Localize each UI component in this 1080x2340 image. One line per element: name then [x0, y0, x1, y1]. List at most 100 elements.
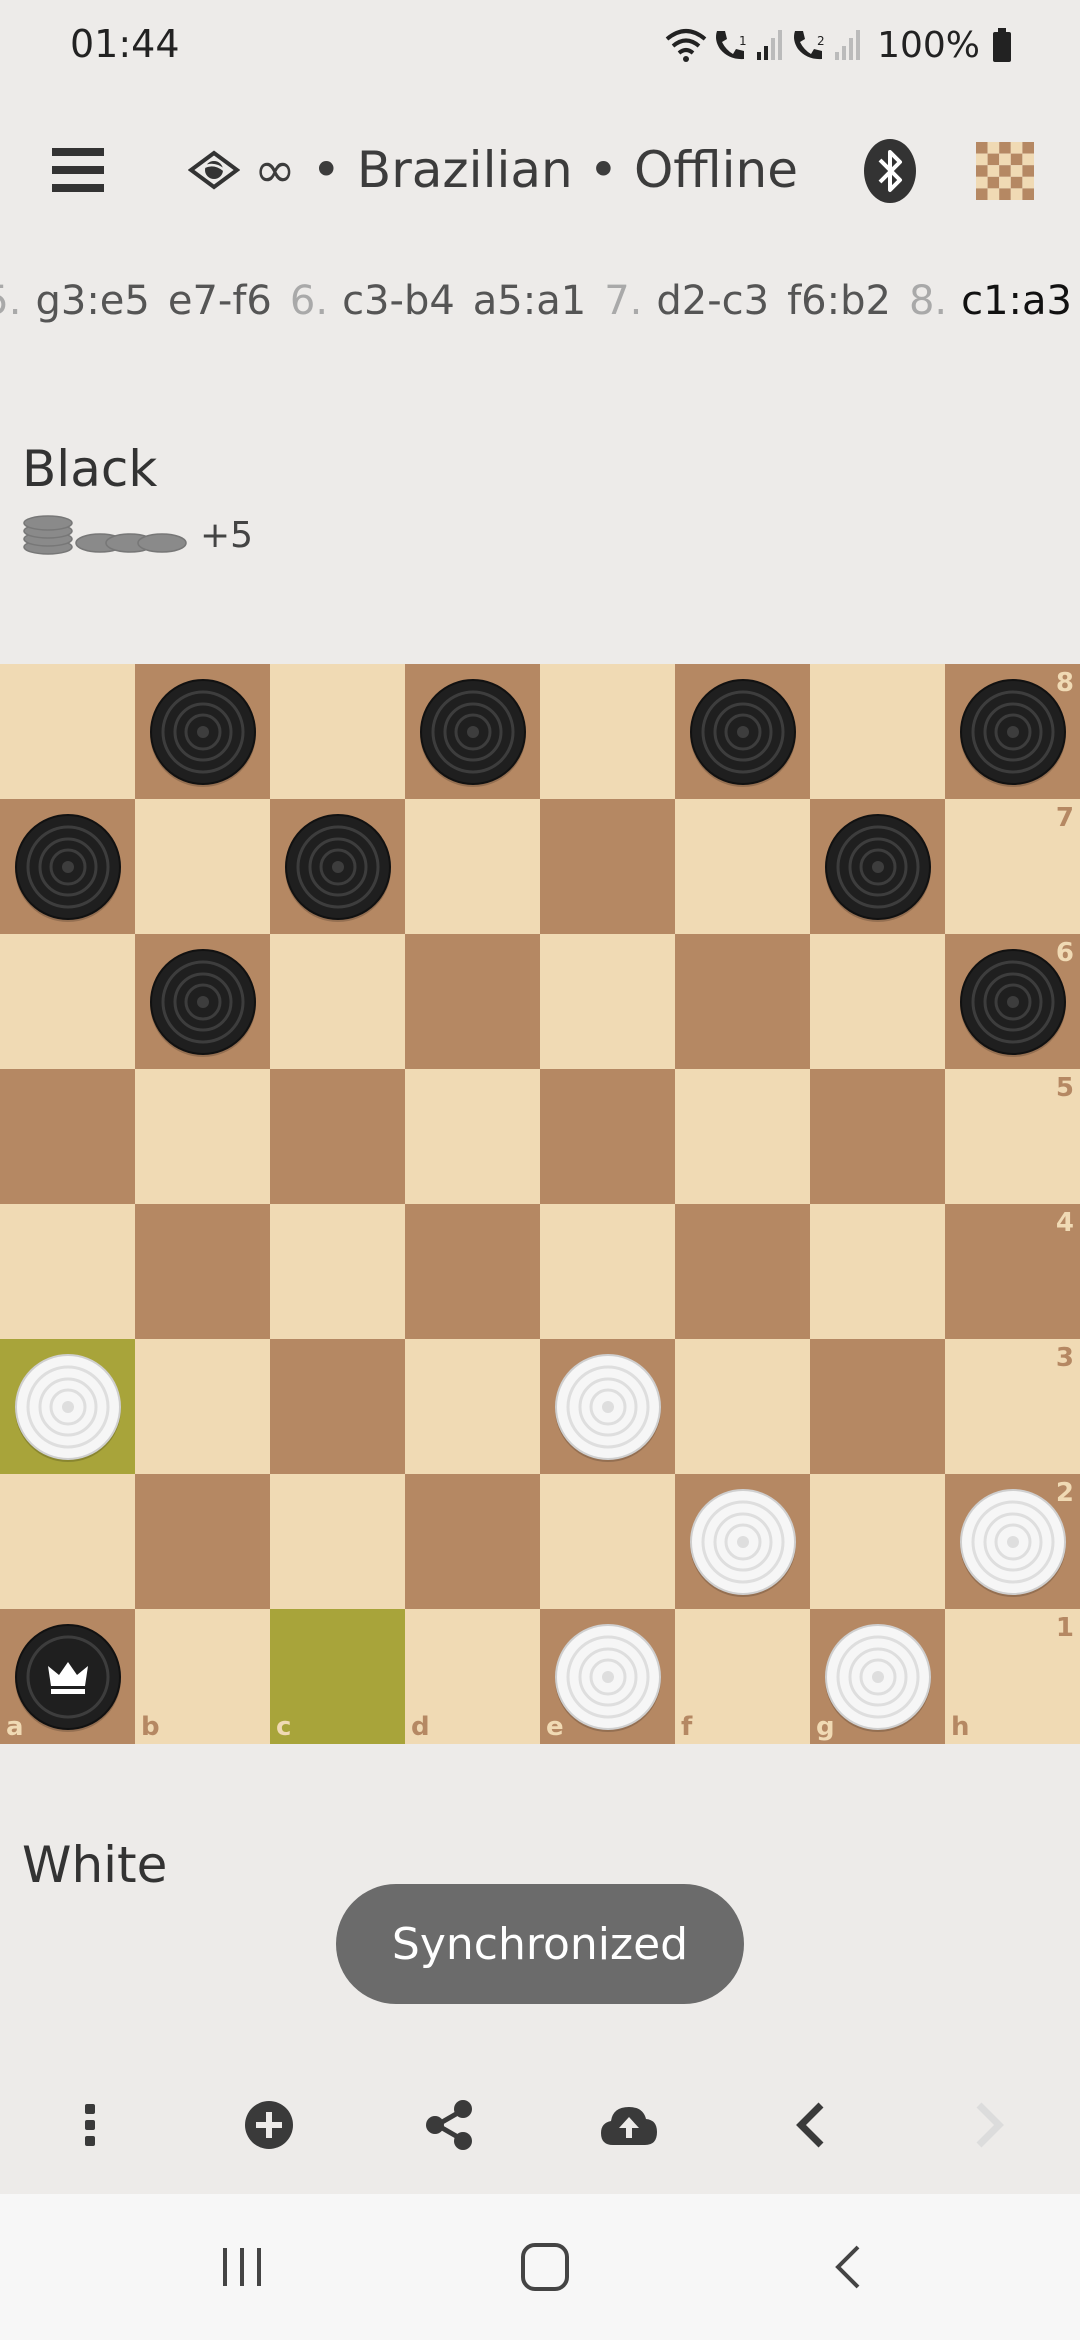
square-d5[interactable] [405, 1069, 540, 1204]
square-a5[interactable] [0, 1069, 135, 1204]
new-game-button[interactable] [234, 2090, 304, 2160]
square-b1[interactable]: b [135, 1609, 270, 1744]
black-man-piece[interactable] [688, 677, 798, 787]
square-e5[interactable] [540, 1069, 675, 1204]
square-c5[interactable] [270, 1069, 405, 1204]
board-theme-button[interactable] [976, 142, 1034, 200]
move-white[interactable]: c3-b4 [342, 278, 455, 324]
back-button[interactable] [808, 2232, 888, 2302]
square-d7[interactable] [405, 799, 540, 934]
square-a1[interactable]: a [0, 1609, 135, 1744]
square-g5[interactable] [810, 1069, 945, 1204]
square-g3[interactable] [810, 1339, 945, 1474]
square-b2[interactable] [135, 1474, 270, 1609]
square-b4[interactable] [135, 1204, 270, 1339]
menu-button[interactable] [48, 142, 110, 198]
square-h2[interactable]: 2 [945, 1474, 1080, 1609]
square-a6[interactable] [0, 934, 135, 1069]
black-man-piece[interactable] [13, 812, 123, 922]
square-a7[interactable] [0, 799, 135, 934]
undo-button[interactable] [776, 2090, 846, 2160]
square-f7[interactable] [675, 799, 810, 934]
black-man-piece[interactable] [418, 677, 528, 787]
square-d3[interactable] [405, 1339, 540, 1474]
square-c7[interactable] [270, 799, 405, 934]
square-e2[interactable] [540, 1474, 675, 1609]
square-a4[interactable] [0, 1204, 135, 1339]
white-man-piece[interactable] [958, 1487, 1068, 1597]
square-b3[interactable] [135, 1339, 270, 1474]
square-f6[interactable] [675, 934, 810, 1069]
more-button[interactable] [55, 2090, 125, 2160]
square-f2[interactable] [675, 1474, 810, 1609]
move-black[interactable]: f6:b2 [787, 278, 891, 324]
square-a2[interactable] [0, 1474, 135, 1609]
square-h7[interactable]: 7 [945, 799, 1080, 934]
cloud-upload-button[interactable] [594, 2090, 664, 2160]
square-c1[interactable]: c [270, 1609, 405, 1744]
bluetooth-button[interactable] [862, 138, 918, 204]
square-g1[interactable]: g [810, 1609, 945, 1744]
game-board[interactable]: 8765432 abcdefg1h [0, 664, 1080, 1744]
square-f3[interactable] [675, 1339, 810, 1474]
square-e8[interactable] [540, 664, 675, 799]
square-e4[interactable] [540, 1204, 675, 1339]
square-g7[interactable] [810, 799, 945, 934]
square-a8[interactable] [0, 664, 135, 799]
square-g4[interactable] [810, 1204, 945, 1339]
redo-button[interactable] [954, 2090, 1024, 2160]
square-b6[interactable] [135, 934, 270, 1069]
square-h8[interactable]: 8 [945, 664, 1080, 799]
square-c3[interactable] [270, 1339, 405, 1474]
square-a3[interactable] [0, 1339, 135, 1474]
square-c8[interactable] [270, 664, 405, 799]
square-f8[interactable] [675, 664, 810, 799]
square-g8[interactable] [810, 664, 945, 799]
black-man-piece[interactable] [283, 812, 393, 922]
square-d2[interactable] [405, 1474, 540, 1609]
square-e3[interactable] [540, 1339, 675, 1474]
square-e1[interactable]: e [540, 1609, 675, 1744]
square-g6[interactable] [810, 934, 945, 1069]
move-black[interactable]: e7-f6 [168, 278, 272, 324]
square-e7[interactable] [540, 799, 675, 934]
square-f5[interactable] [675, 1069, 810, 1204]
move-black[interactable]: a5:a1 [473, 278, 586, 324]
black-king-piece[interactable] [13, 1622, 123, 1732]
square-c6[interactable] [270, 934, 405, 1069]
move-white[interactable]: d2-c3 [656, 278, 769, 324]
square-d6[interactable] [405, 934, 540, 1069]
recent-apps-button[interactable] [202, 2232, 282, 2302]
square-f4[interactable] [675, 1204, 810, 1339]
move-list[interactable]: f45.g3:e5e7-f66.c3-b4a5:a17.d2-c3f6:b28.… [0, 268, 1080, 334]
game-title[interactable]: ∞ • Brazilian • Offline [188, 138, 798, 202]
white-man-piece[interactable] [13, 1352, 123, 1462]
black-man-piece[interactable] [148, 677, 258, 787]
square-b7[interactable] [135, 799, 270, 934]
square-g2[interactable] [810, 1474, 945, 1609]
square-c2[interactable] [270, 1474, 405, 1609]
square-b5[interactable] [135, 1069, 270, 1204]
move-white[interactable]: g3:e5 [35, 278, 149, 324]
square-h4[interactable]: 4 [945, 1204, 1080, 1339]
square-d8[interactable] [405, 664, 540, 799]
square-d1[interactable]: d [405, 1609, 540, 1744]
square-d4[interactable] [405, 1204, 540, 1339]
black-man-piece[interactable] [148, 947, 258, 1057]
square-h6[interactable]: 6 [945, 934, 1080, 1069]
square-h3[interactable]: 3 [945, 1339, 1080, 1474]
white-man-piece[interactable] [688, 1487, 798, 1597]
white-man-piece[interactable] [553, 1622, 663, 1732]
square-h5[interactable]: 5 [945, 1069, 1080, 1204]
white-man-piece[interactable] [823, 1622, 933, 1732]
home-button[interactable] [505, 2232, 585, 2302]
move-white[interactable]: c1:a3 [961, 278, 1072, 324]
white-man-piece[interactable] [553, 1352, 663, 1462]
square-c4[interactable] [270, 1204, 405, 1339]
square-e6[interactable] [540, 934, 675, 1069]
share-button[interactable] [414, 2090, 484, 2160]
square-f1[interactable]: f [675, 1609, 810, 1744]
black-man-piece[interactable] [958, 947, 1068, 1057]
black-man-piece[interactable] [958, 677, 1068, 787]
square-h1[interactable]: 1h [945, 1609, 1080, 1744]
